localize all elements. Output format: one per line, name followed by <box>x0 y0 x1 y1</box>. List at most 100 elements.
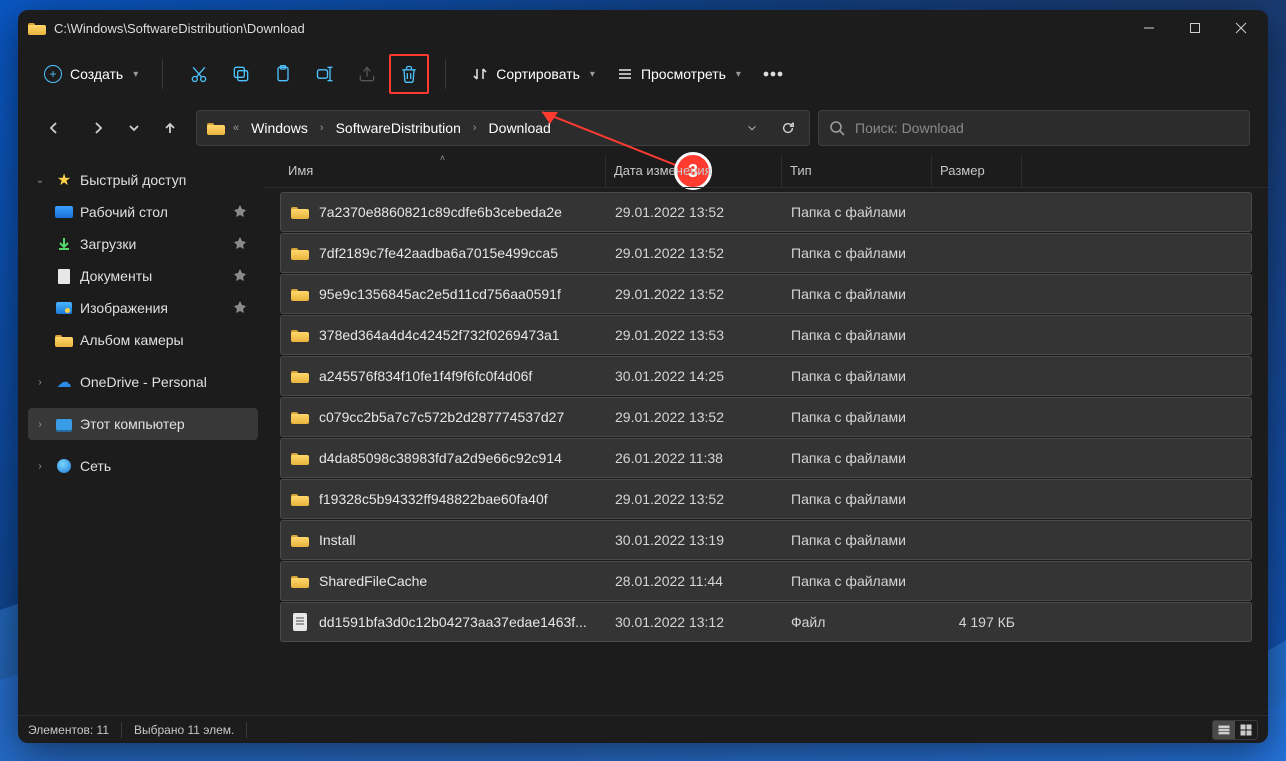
breadcrumb-item[interactable]: Download <box>485 116 555 140</box>
sidebar-desktop[interactable]: Рабочий стол <box>28 196 258 228</box>
sidebar-camera-roll[interactable]: Альбом камеры <box>28 324 258 356</box>
cell-name: 95e9c1356845ac2e5d11cd756aa0591f <box>313 286 607 302</box>
sidebar-onedrive[interactable]: › ☁ OneDrive - Personal <box>28 366 258 398</box>
cell-name: d4da85098c38983fd7a2d9e66c92c914 <box>313 450 607 466</box>
cell-type: Папка с файлами <box>783 245 933 261</box>
view-button[interactable]: Просмотреть ▾ <box>607 56 751 92</box>
cut-button[interactable] <box>179 54 219 94</box>
search-box[interactable] <box>818 110 1250 146</box>
cell-type: Папка с файлами <box>783 532 933 548</box>
refresh-button[interactable] <box>773 113 803 143</box>
file-icon <box>293 613 307 631</box>
cell-date: 29.01.2022 13:52 <box>607 204 783 220</box>
pin-icon <box>234 236 250 252</box>
address-bar[interactable]: « Windows › SoftwareDistribution › Downl… <box>196 110 810 146</box>
picture-icon <box>56 302 72 314</box>
back-button[interactable] <box>36 110 72 146</box>
file-list[interactable]: 7a2370e8860821c89cdfe6b3cebeda2e29.01.20… <box>264 188 1268 715</box>
chevron-right-icon: › <box>32 419 48 430</box>
pin-icon <box>234 300 250 316</box>
sidebar-documents[interactable]: Документы <box>28 260 258 292</box>
plus-icon: + <box>44 65 62 83</box>
table-row[interactable]: dd1591bfa3d0c12b04273aa37edae1463f...30.… <box>280 602 1252 642</box>
table-row[interactable]: 7a2370e8860821c89cdfe6b3cebeda2e29.01.20… <box>280 192 1252 232</box>
table-row[interactable]: 95e9c1356845ac2e5d11cd756aa0591f29.01.20… <box>280 274 1252 314</box>
separator <box>162 59 163 89</box>
folder-icon <box>291 287 309 301</box>
copy-button[interactable] <box>221 54 261 94</box>
column-name[interactable]: ˄ Имя <box>280 154 606 187</box>
file-pane: ˄ Имя Дата изменения Тип Размер 7a2370e8… <box>264 154 1268 715</box>
recent-button[interactable] <box>124 110 144 146</box>
status-item-count: Элементов: 11 <box>28 723 109 737</box>
sidebar-pictures[interactable]: Изображения <box>28 292 258 324</box>
cell-date: 29.01.2022 13:52 <box>607 409 783 425</box>
sidebar-network[interactable]: › Сеть <box>28 450 258 482</box>
navigation-pane[interactable]: ⌄ ★ Быстрый доступ Рабочий стол Загрузки… <box>18 154 264 715</box>
rename-button[interactable] <box>305 54 345 94</box>
download-icon <box>54 236 74 252</box>
sort-indicator-icon: ˄ <box>440 153 445 163</box>
more-button[interactable] <box>753 54 793 94</box>
table-row[interactable]: SharedFileCache28.01.2022 11:44Папка с ф… <box>280 561 1252 601</box>
minimize-button[interactable] <box>1126 12 1172 44</box>
details-view-button[interactable] <box>1213 721 1235 739</box>
breadcrumb-item[interactable]: Windows <box>247 116 312 140</box>
sort-button[interactable]: Сортировать ▾ <box>462 56 605 92</box>
cell-type: Папка с файлами <box>783 491 933 507</box>
cell-date: 30.01.2022 14:25 <box>607 368 783 384</box>
folder-icon <box>291 328 309 342</box>
table-row[interactable]: c079cc2b5a7c7c572b2d287774537d2729.01.20… <box>280 397 1252 437</box>
table-row[interactable]: 7df2189c7fe42aadba6a7015e499cca529.01.20… <box>280 233 1252 273</box>
table-row[interactable]: 378ed364a4d4c42452f732f0269473a129.01.20… <box>280 315 1252 355</box>
cell-name: 7df2189c7fe42aadba6a7015e499cca5 <box>313 245 607 261</box>
cell-date: 29.01.2022 13:53 <box>607 327 783 343</box>
chevron-down-icon: ▾ <box>736 69 741 80</box>
view-label: Просмотреть <box>641 66 726 82</box>
close-button[interactable] <box>1218 12 1264 44</box>
delete-button[interactable] <box>389 54 429 94</box>
desktop-icon <box>55 206 73 218</box>
maximize-button[interactable] <box>1172 12 1218 44</box>
thumbnails-view-button[interactable] <box>1235 721 1257 739</box>
cell-date: 30.01.2022 13:12 <box>607 614 783 630</box>
folder-icon <box>291 369 309 383</box>
column-size[interactable]: Размер <box>932 154 1022 187</box>
table-row[interactable]: a245576f834f10fe1f4f9f6fc0f4d06f30.01.20… <box>280 356 1252 396</box>
cell-date: 29.01.2022 13:52 <box>607 245 783 261</box>
up-button[interactable] <box>152 110 188 146</box>
cell-type: Папка с файлами <box>783 409 933 425</box>
address-row: « Windows › SoftwareDistribution › Downl… <box>18 102 1268 154</box>
titlebar[interactable]: C:\Windows\SoftwareDistribution\Download <box>18 10 1268 46</box>
new-button[interactable]: + Создать ▾ <box>36 56 146 92</box>
chevron-down-icon: ⌄ <box>32 175 48 186</box>
chevron-right-icon: › <box>32 461 48 472</box>
share-button[interactable] <box>347 54 387 94</box>
breadcrumb-item[interactable]: SoftwareDistribution <box>332 116 465 140</box>
forward-button[interactable] <box>80 110 116 146</box>
column-date[interactable]: Дата изменения <box>606 154 782 187</box>
search-icon <box>829 120 845 136</box>
table-row[interactable]: d4da85098c38983fd7a2d9e66c92c91426.01.20… <box>280 438 1252 478</box>
folder-icon <box>291 492 309 506</box>
search-input[interactable] <box>855 120 1239 136</box>
cell-name: c079cc2b5a7c7c572b2d287774537d27 <box>313 409 607 425</box>
sidebar-quick-access[interactable]: ⌄ ★ Быстрый доступ <box>28 164 258 196</box>
paste-button[interactable] <box>263 54 303 94</box>
star-icon: ★ <box>54 172 74 188</box>
column-type[interactable]: Тип <box>782 154 932 187</box>
column-headers: ˄ Имя Дата изменения Тип Размер <box>264 154 1268 188</box>
table-row[interactable]: f19328c5b94332ff948822bae60fa40f29.01.20… <box>280 479 1252 519</box>
cell-name: 7a2370e8860821c89cdfe6b3cebeda2e <box>313 204 607 220</box>
cell-type: Папка с файлами <box>783 573 933 589</box>
table-row[interactable]: Install30.01.2022 13:19Папка с файлами <box>280 520 1252 560</box>
history-dropdown[interactable] <box>737 113 767 143</box>
sidebar-downloads[interactable]: Загрузки <box>28 228 258 260</box>
cell-date: 30.01.2022 13:19 <box>607 532 783 548</box>
sidebar-this-pc[interactable]: › Этот компьютер <box>28 408 258 440</box>
separator <box>445 59 446 89</box>
folder-icon <box>55 333 73 347</box>
chevron-right-icon: › <box>318 122 326 134</box>
crumb-overflow[interactable]: « <box>231 122 241 134</box>
explorer-window: C:\Windows\SoftwareDistribution\Download… <box>18 10 1268 743</box>
